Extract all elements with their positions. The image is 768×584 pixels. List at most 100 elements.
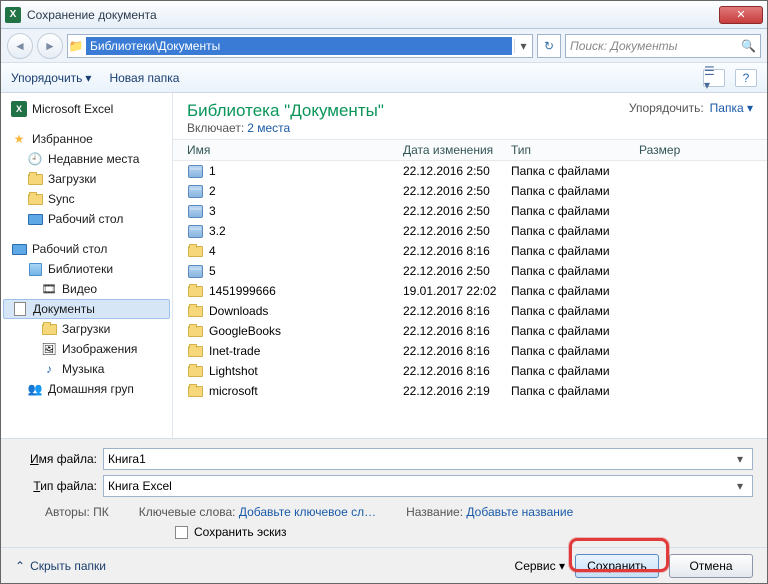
library-header: Библиотека "Документы" Включает: 2 места… xyxy=(173,93,767,139)
arrange-menu[interactable]: Папка ▾ xyxy=(710,101,753,115)
col-date[interactable]: Дата изменения xyxy=(403,143,511,157)
folder-icon xyxy=(188,306,203,317)
document-icon xyxy=(14,302,26,316)
file-row[interactable]: microsoft22.12.2016 2:19Папка с файлами xyxy=(173,381,767,401)
filetype-input[interactable]: Книга Excel▾ xyxy=(103,475,753,497)
sidebar-excel[interactable]: XMicrosoft Excel xyxy=(1,99,172,119)
thumbnail-label: Сохранить эскиз xyxy=(194,525,287,539)
sidebar-desktop2[interactable]: Рабочий стол xyxy=(1,239,172,259)
file-type: Папка с файлами xyxy=(511,324,639,338)
col-type[interactable]: Тип xyxy=(511,143,639,157)
file-row[interactable]: 3.222.12.2016 2:50Папка с файлами xyxy=(173,221,767,241)
title-link[interactable]: Добавьте название xyxy=(466,505,573,519)
file-row[interactable]: Lightshot22.12.2016 8:16Папка с файлами xyxy=(173,361,767,381)
sidebar-images[interactable]: 🖼Изображения xyxy=(1,339,172,359)
sidebar-favorites[interactable]: ★Избранное xyxy=(1,129,172,149)
database-icon xyxy=(188,205,203,218)
chevron-down-icon[interactable]: ▾ xyxy=(732,479,748,493)
cancel-button[interactable]: Отмена xyxy=(669,554,753,578)
file-name: Inet-trade xyxy=(209,344,260,358)
recent-icon: 🕘 xyxy=(27,152,43,166)
chevron-down-icon[interactable]: ▾ xyxy=(732,452,748,466)
file-date: 22.12.2016 8:16 xyxy=(403,304,511,318)
file-name: microsoft xyxy=(209,384,258,398)
chevron-down-icon: ▾ xyxy=(85,71,91,85)
file-row[interactable]: 1451999666 19.01.2017 22:02Папка с файлам… xyxy=(173,281,767,301)
forward-button[interactable]: ► xyxy=(37,33,63,59)
file-row[interactable]: Downloads 22.12.2016 8:16Папка с файлами xyxy=(173,301,767,321)
file-row[interactable]: 122.12.2016 2:50Папка с файлами xyxy=(173,161,767,181)
filename-input[interactable]: Книга1▾ xyxy=(103,448,753,470)
file-type: Папка с файлами xyxy=(511,284,639,298)
desktop-icon xyxy=(28,214,43,225)
file-name: 1 xyxy=(209,164,216,178)
sidebar-downloads2[interactable]: Загрузки xyxy=(1,319,172,339)
sidebar-music[interactable]: ♪Музыка xyxy=(1,359,172,379)
save-button[interactable]: Сохранить xyxy=(575,554,659,578)
folder-icon xyxy=(188,286,203,297)
file-row[interactable]: GoogleBooks22.12.2016 8:16Папка с файлам… xyxy=(173,321,767,341)
chevron-up-icon: ⌃ xyxy=(15,559,25,573)
new-folder-button[interactable]: Новая папка xyxy=(109,71,179,85)
sidebar-libraries[interactable]: Библиотеки xyxy=(1,259,172,279)
folder-icon xyxy=(188,366,203,377)
folder-icon xyxy=(188,326,203,337)
sidebar-video[interactable]: 🎞Видео xyxy=(1,279,172,299)
file-name: 1451999666 xyxy=(209,284,276,298)
database-icon xyxy=(188,185,203,198)
folder-icon xyxy=(188,246,203,257)
form-area: Имя файла: Книга1▾ Тип файла: Книга Exce… xyxy=(1,438,767,547)
file-name: 2 xyxy=(209,184,216,198)
file-type: Папка с файлами xyxy=(511,304,639,318)
file-row[interactable]: 522.12.2016 2:50Папка с файлами xyxy=(173,261,767,281)
file-row[interactable]: 222.12.2016 2:50Папка с файлами xyxy=(173,181,767,201)
filetype-label: Тип файла: xyxy=(15,479,103,493)
organize-menu[interactable]: Упорядочить ▾ xyxy=(11,71,91,85)
sidebar-downloads[interactable]: Загрузки xyxy=(1,169,172,189)
file-date: 22.12.2016 8:16 xyxy=(403,324,511,338)
file-type: Папка с файлами xyxy=(511,164,639,178)
view-button[interactable]: ☰ ▾ xyxy=(703,69,725,87)
file-type: Папка с файлами xyxy=(511,224,639,238)
file-name: Downloads xyxy=(209,304,268,318)
address-bar[interactable]: 📁 Библиотеки\Документы ▾ xyxy=(67,34,533,58)
database-icon xyxy=(188,265,203,278)
star-icon: ★ xyxy=(11,132,27,146)
main-pane: Библиотека "Документы" Включает: 2 места… xyxy=(173,93,767,438)
folder-icon xyxy=(28,174,43,185)
address-path[interactable]: Библиотеки\Документы xyxy=(86,37,512,55)
nav-row: ◄ ► 📁 Библиотеки\Документы ▾ ↻ Поиск: До… xyxy=(1,29,767,63)
tools-menu[interactable]: Сервис ▾ xyxy=(515,559,565,573)
hide-folders-button[interactable]: ⌃Скрыть папки xyxy=(15,559,106,573)
authors-value[interactable]: ПК xyxy=(93,505,109,519)
sidebar-desktop1[interactable]: Рабочий стол xyxy=(1,209,172,229)
sidebar-homegroup[interactable]: 👥Домашняя груп xyxy=(1,379,172,399)
thumbnail-checkbox[interactable] xyxy=(175,526,188,539)
refresh-button[interactable]: ↻ xyxy=(537,34,561,58)
back-button[interactable]: ◄ xyxy=(7,33,33,59)
folder-icon xyxy=(188,346,203,357)
search-input[interactable]: Поиск: Документы 🔍 xyxy=(565,34,761,58)
help-button[interactable]: ? xyxy=(735,69,757,87)
search-icon: 🔍 xyxy=(741,39,756,53)
file-type: Папка с файлами xyxy=(511,244,639,258)
sidebar-recent[interactable]: 🕘Недавние места xyxy=(1,149,172,169)
file-date: 19.01.2017 22:02 xyxy=(403,284,511,298)
sidebar-sync[interactable]: Sync xyxy=(1,189,172,209)
music-icon: ♪ xyxy=(41,362,57,376)
col-name[interactable]: Имя xyxy=(173,143,403,157)
file-row[interactable]: Inet-trade22.12.2016 8:16Папка с файлами xyxy=(173,341,767,361)
window-title: Сохранение документа xyxy=(27,8,157,22)
keywords-link[interactable]: Добавьте ключевое сл… xyxy=(239,505,376,519)
sidebar-documents[interactable]: Документы xyxy=(3,299,170,319)
file-list[interactable]: 122.12.2016 2:50Папка с файлами222.12.20… xyxy=(173,161,767,438)
file-name: 5 xyxy=(209,264,216,278)
close-button[interactable]: ✕ xyxy=(719,6,763,24)
column-headers[interactable]: Имя Дата изменения Тип Размер xyxy=(173,139,767,161)
filename-label: Имя файла: xyxy=(15,452,103,466)
address-dropdown-icon[interactable]: ▾ xyxy=(514,39,532,53)
file-row[interactable]: 422.12.2016 8:16Папка с файлами xyxy=(173,241,767,261)
col-size[interactable]: Размер xyxy=(639,143,719,157)
includes-link[interactable]: 2 места xyxy=(247,121,290,135)
file-row[interactable]: 322.12.2016 2:50Папка с файлами xyxy=(173,201,767,221)
